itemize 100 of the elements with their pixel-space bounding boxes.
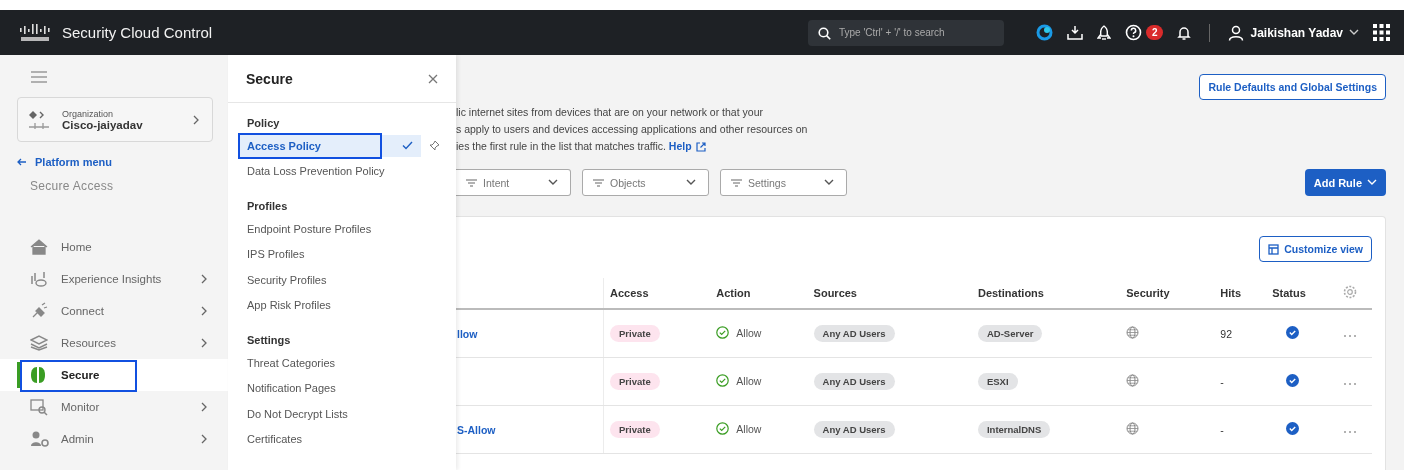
layout-icon [1268, 243, 1280, 255]
access-tag: Private [610, 325, 660, 342]
menu-item[interactable]: Certificates [228, 426, 456, 452]
check-circle-icon [716, 326, 730, 339]
nav-item[interactable]: Experience Insights [0, 263, 228, 295]
chevron-icon [200, 274, 208, 284]
download-icon[interactable] [1066, 24, 1083, 41]
source-tag: Any AD Users [813, 373, 895, 390]
group-heading: Profiles [246, 200, 289, 212]
nav-item[interactable]: Secure [0, 359, 228, 391]
nav-item[interactable]: Monitor [0, 391, 228, 423]
close-button[interactable] [428, 73, 438, 84]
hits-value: 92 [1220, 327, 1232, 340]
check-circle-icon [716, 374, 730, 387]
swirl-icon[interactable] [1035, 24, 1053, 41]
flyout-title: Secure [246, 70, 293, 87]
menu-item[interactable]: Threat Categories [228, 350, 456, 376]
filter-dropdown[interactable]: Intent [456, 169, 571, 196]
nav-item[interactable]: Home [0, 231, 228, 263]
user-icon [1228, 24, 1245, 41]
column-header: Destinations [977, 287, 1044, 299]
menu-item[interactable]: Access Policy [238, 134, 421, 157]
chevron-icon [200, 434, 208, 444]
globe-icon [1126, 374, 1140, 387]
column-header: Action [716, 287, 751, 299]
bell-icon[interactable] [1177, 24, 1192, 41]
add-rule-button[interactable]: Add Rule [1304, 169, 1386, 196]
nav-label: Monitor [61, 401, 101, 413]
nav-label: Secure [61, 369, 101, 381]
chevron-icon [192, 114, 200, 125]
hits-value: - [1220, 375, 1224, 388]
platform-menu-link[interactable]: Platform menu [17, 156, 112, 168]
rocket-icon[interactable] [1096, 24, 1111, 41]
menu-item[interactable]: Do Not Decrypt Lists [228, 401, 456, 427]
app-title: Security Cloud Control [62, 24, 213, 41]
customize-view-button[interactable]: Customize view [1259, 236, 1372, 262]
group-heading: Policy [246, 117, 281, 129]
search-field[interactable]: Type 'Ctrl' + '/' to search [807, 19, 1004, 46]
globe-icon [1126, 422, 1140, 435]
home-icon [30, 239, 48, 255]
filter-icon [731, 178, 742, 187]
access-tag: Private [610, 421, 660, 438]
group-heading: Settings [246, 334, 292, 346]
stack-icon [30, 335, 48, 351]
chevron-down-icon [824, 179, 834, 186]
user-menu[interactable]: Jaikishan Yadav [1228, 24, 1359, 41]
column-header: Status [1272, 287, 1306, 299]
nav-label: Home [61, 241, 93, 253]
action-text: Allow [736, 374, 762, 387]
rule-name-link[interactable]: S-Allow [457, 423, 496, 436]
source-tag: Any AD Users [813, 325, 895, 342]
settings-icon[interactable] [1343, 285, 1358, 299]
shield-icon [30, 366, 46, 384]
action-text: Allow [736, 422, 762, 435]
nav-item[interactable]: Admin [0, 423, 228, 455]
close-icon [428, 73, 438, 84]
filter-icon [593, 178, 604, 187]
logo-icon [18, 23, 52, 42]
nav-item[interactable]: Resources [0, 327, 228, 359]
plug-icon [30, 302, 48, 320]
chevron-icon [200, 306, 208, 316]
menu-item[interactable]: Security Profiles [228, 267, 456, 293]
nav-item[interactable]: Connect [0, 295, 228, 327]
chevron-icon [200, 402, 208, 412]
chevron-icon [200, 338, 208, 348]
destination-tag: AD-Server [977, 325, 1043, 342]
filter-icon [466, 178, 477, 187]
help-link[interactable]: Help [668, 138, 706, 155]
organization-icon [28, 109, 50, 130]
external-link-icon [695, 141, 706, 152]
menu-item[interactable]: App Risk Profiles [228, 292, 456, 318]
destination-tag: InternalDNS [977, 421, 1051, 438]
menu-item[interactable]: Data Loss Prevention Policy [228, 158, 456, 184]
filter-dropdown[interactable]: Objects [582, 169, 709, 196]
hits-value: - [1220, 423, 1224, 436]
settings-button[interactable]: Rule Defaults and Global Settings [1199, 74, 1386, 100]
rule-name-link[interactable]: llow [457, 327, 478, 340]
menu-item[interactable]: Notification Pages [228, 375, 456, 401]
column-header: Hits [1220, 287, 1242, 299]
globe-icon [1126, 326, 1140, 339]
organization-selector[interactable]: Organization Cisco-jaiyadav [17, 97, 213, 142]
organization-label: Organization [62, 108, 115, 119]
apps-grid-icon[interactable] [1373, 24, 1390, 41]
source-tag: Any AD Users [813, 421, 895, 438]
check-circle-icon [716, 422, 730, 435]
nav-label: Admin [61, 433, 95, 445]
chevron-down-icon [548, 179, 558, 186]
menu-item[interactable]: IPS Profiles [228, 241, 456, 267]
chart-icon [30, 270, 48, 288]
chevron-down-icon [686, 179, 696, 186]
organization-name: Cisco-jaiyadav [62, 118, 144, 131]
help-icon[interactable] [1124, 24, 1142, 41]
filter-dropdown[interactable]: Settings [720, 169, 847, 196]
check-icon [402, 141, 413, 151]
menu-item[interactable]: Endpoint Posture Profiles [228, 216, 456, 242]
nav-label: Experience Insights [61, 273, 163, 285]
access-tag: Private [610, 373, 660, 390]
nav-label: Resources [61, 337, 117, 349]
destination-tag: ESXI [977, 373, 1018, 390]
nav-label: Connect [61, 305, 105, 317]
